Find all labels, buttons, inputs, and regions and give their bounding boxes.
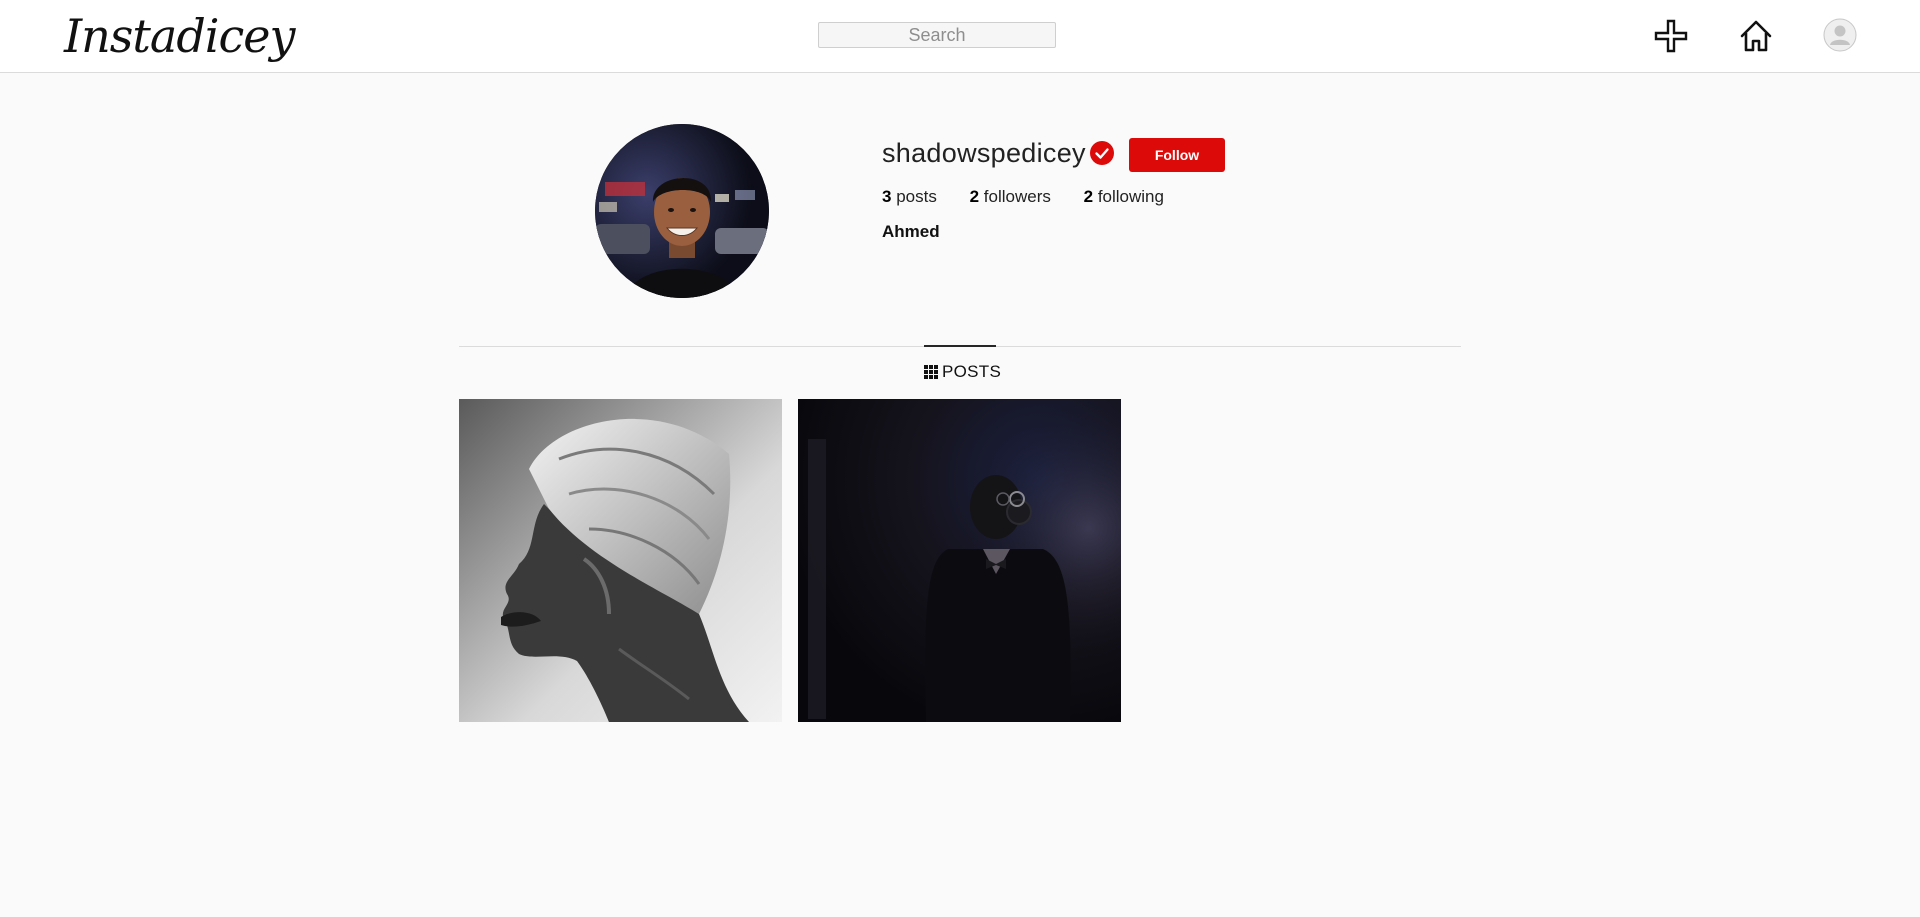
user-avatar-icon[interactable]	[1823, 18, 1859, 54]
app-logo[interactable]: Instadicey	[64, 4, 295, 68]
following-stat[interactable]: 2 following	[1084, 187, 1164, 207]
verified-badge-icon	[1089, 140, 1115, 166]
profile-stats: 3 posts 2 followers 2 following	[882, 187, 1192, 207]
profile-avatar	[595, 124, 769, 298]
post-thumbnail[interactable]	[798, 399, 1121, 722]
follow-button[interactable]: Follow	[1129, 138, 1225, 172]
grid-icon	[924, 365, 938, 379]
active-tab-indicator	[924, 345, 996, 347]
search-input[interactable]	[818, 22, 1056, 48]
home-icon[interactable]	[1738, 18, 1774, 54]
posts-stat-label: posts	[896, 187, 937, 206]
following-stat-label: following	[1097, 187, 1164, 206]
post-thumbnail[interactable]	[459, 399, 782, 722]
followers-stat-label: followers	[983, 187, 1051, 206]
followers-count: 2	[969, 187, 980, 206]
posts-count: 3	[882, 187, 892, 206]
following-count: 2	[1083, 187, 1094, 206]
posts-stat: 3 posts	[882, 187, 937, 207]
add-post-icon[interactable]	[1653, 18, 1689, 54]
followers-stat[interactable]: 2 followers	[970, 187, 1051, 207]
tab-posts-label: POSTS	[942, 362, 1002, 381]
profile-full-name: Ahmed	[882, 222, 940, 241]
tab-posts[interactable]: POSTS	[924, 362, 1001, 382]
profile-username: shadowspedicey	[882, 138, 1086, 168]
top-nav-bar: Instadicey	[0, 0, 1920, 73]
